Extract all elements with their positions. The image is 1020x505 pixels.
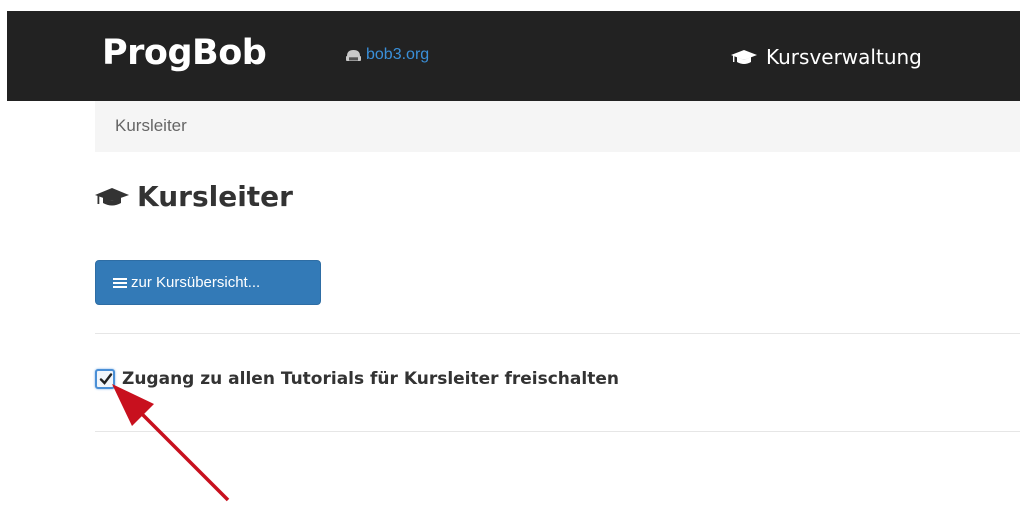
nav-item-kursverwaltung[interactable]: Kursverwaltung	[731, 45, 922, 69]
arrow-shaft	[136, 408, 230, 502]
course-overview-button[interactable]: zur Kursübersicht...	[95, 260, 321, 305]
nav-item-label[interactable]: Kursverwaltung	[766, 45, 922, 69]
divider	[95, 431, 1020, 432]
tutorial-access-label[interactable]: Zugang zu allen Tutorials für Kursleiter…	[122, 369, 619, 389]
page-title: Kursleiter	[95, 180, 293, 213]
page-title-text: Kursleiter	[137, 180, 293, 213]
graduation-cap-icon	[731, 50, 757, 64]
top-navbar: ProgBob bob3.org Kursverwaltung	[7, 11, 1020, 101]
checkmark-icon	[99, 373, 113, 385]
course-overview-label[interactable]: zur Kursübersicht...	[131, 274, 260, 291]
list-icon	[113, 277, 127, 288]
tutorial-access-option[interactable]: Zugang zu allen Tutorials für Kursleiter…	[95, 369, 619, 389]
robot-icon	[346, 49, 361, 61]
divider	[95, 333, 1020, 334]
arrow-head	[112, 384, 154, 426]
breadcrumb: Kursleiter	[95, 101, 1020, 152]
brand-logo[interactable]: ProgBob	[102, 33, 267, 73]
breadcrumb-current: Kursleiter	[115, 116, 187, 135]
tutorial-access-checkbox[interactable]	[95, 369, 115, 389]
graduation-cap-icon	[95, 187, 129, 205]
site-link[interactable]: bob3.org	[345, 46, 429, 64]
site-link-label[interactable]: bob3.org	[366, 46, 429, 64]
